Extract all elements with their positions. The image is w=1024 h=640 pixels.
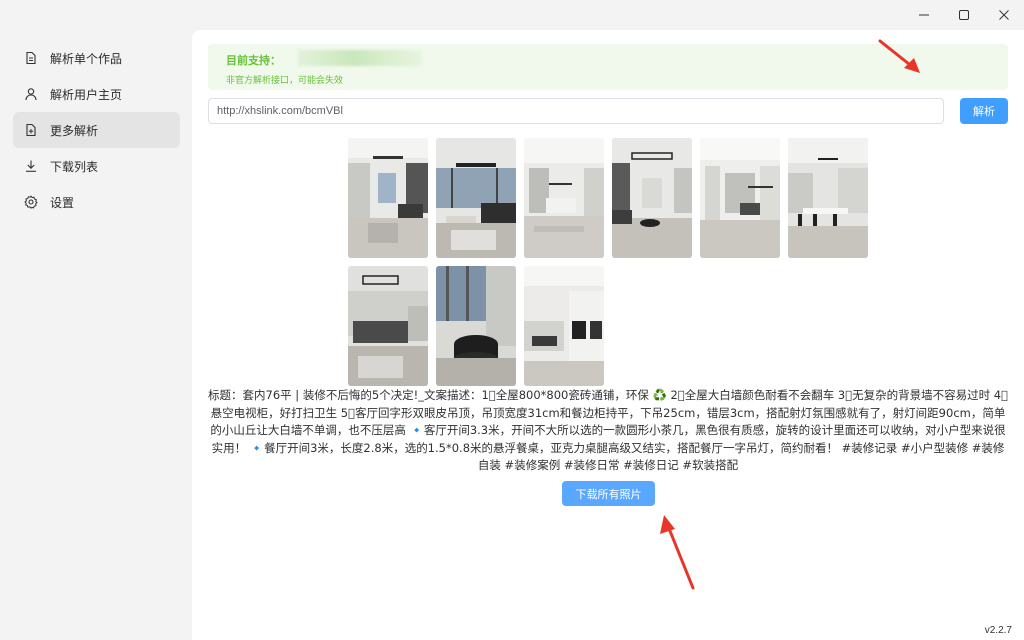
sidebar-item-label: 解析用户主页 [50,87,123,102]
sidebar-item-parse-single[interactable]: 解析单个作品 [13,40,180,76]
sidebar-item-label: 解析单个作品 [50,51,123,66]
document-plus-icon [24,123,38,137]
main-content: 目前支持： 非官方解析接口，可能会失效 解析 标题：套内76平 | 装修不后悔的… [192,30,1024,640]
minimize-button[interactable] [904,0,944,30]
annotation-arrow-icon [878,39,920,73]
minimize-icon [919,14,929,16]
image-thumbnail[interactable] [348,138,428,258]
notice-redacted-area [298,50,422,66]
sidebar-item-settings[interactable]: 设置 [13,184,180,220]
post-description: 标题：套内76平 | 装修不后悔的5个决定!_文案描述：1⃣全屋800*800瓷… [208,388,1008,472]
parse-button[interactable]: 解析 [960,98,1008,124]
download-all-button[interactable]: 下载所有照片 [562,481,655,506]
version-label: v2.2.7 [984,625,1012,636]
sidebar-item-more-parse[interactable]: 更多解析 [13,112,180,148]
maximize-button[interactable] [944,0,984,30]
title-bar [0,0,1024,30]
sidebar-item-label: 更多解析 [50,123,99,138]
image-thumbnail[interactable] [612,138,692,258]
maximize-icon [959,10,969,20]
gear-icon [24,195,38,209]
user-icon [24,87,38,101]
image-thumbnail[interactable] [524,266,604,386]
close-button[interactable] [984,0,1024,30]
image-thumbnail[interactable] [700,138,780,258]
image-thumbnail[interactable] [524,138,604,258]
image-thumbnail[interactable] [436,266,516,386]
sidebar-item-label: 设置 [50,195,75,210]
image-thumbnail[interactable] [436,138,516,258]
annotation-arrow-icon [660,515,695,590]
notice-description: 非官方解析接口，可能会失效 [226,76,344,86]
url-input[interactable] [208,98,944,124]
sidebar-item-parse-user[interactable]: 解析用户主页 [13,76,180,112]
image-thumbnail[interactable] [348,266,428,386]
document-icon [24,51,38,65]
sidebar-item-download-list[interactable]: 下载列表 [13,148,180,184]
download-icon [24,159,38,173]
sidebar: 解析单个作品 解析用户主页 更多解析 下载列表 设置 [0,30,192,640]
notice-title: 目前支持： [226,54,281,67]
image-thumbnail[interactable] [788,138,868,258]
sidebar-item-label: 下载列表 [50,159,99,174]
close-icon [999,10,1009,20]
